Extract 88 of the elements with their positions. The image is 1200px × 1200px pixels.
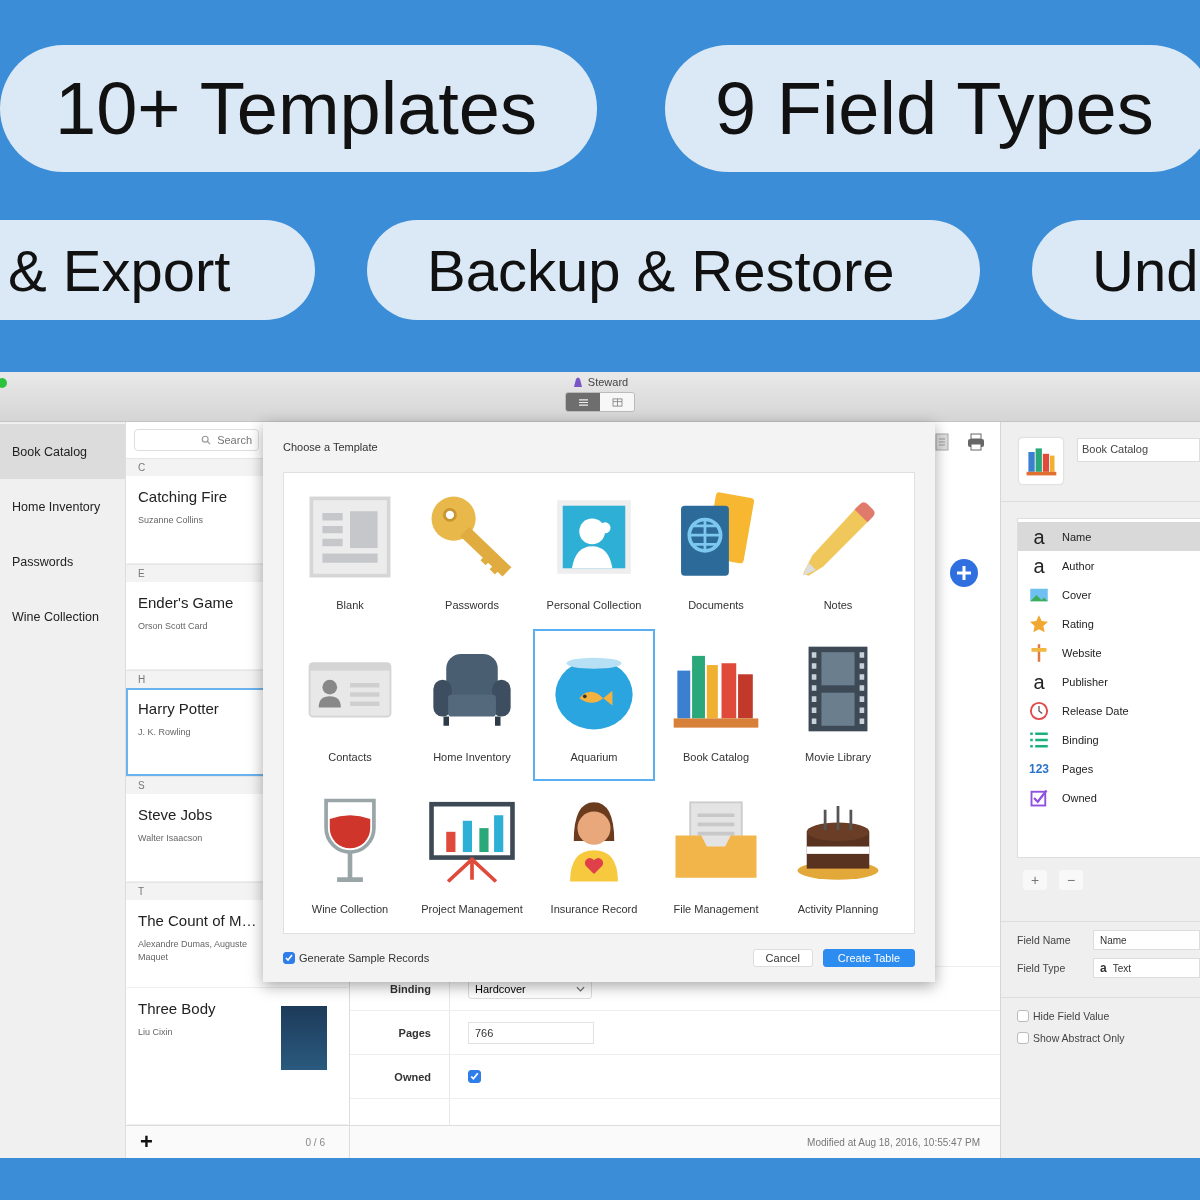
view-mode-button[interactable] (600, 393, 634, 411)
option-checkbox[interactable] (1017, 1010, 1029, 1022)
input-field[interactable]: 766 (468, 1021, 594, 1044)
record-title: The Count of M… (138, 912, 258, 929)
clock-icon (1029, 700, 1049, 721)
add-icon[interactable] (950, 559, 978, 587)
field-type-dropdown[interactable]: a Text (1093, 958, 1200, 978)
template-tile[interactable]: Aquarium (533, 629, 655, 781)
field-list-item[interactable]: a Publisher (1018, 667, 1200, 696)
sidebar-item[interactable]: Home Inventory (0, 479, 125, 534)
signpost-icon (1029, 642, 1049, 663)
field-name-field[interactable]: Name (1093, 930, 1200, 950)
printer-icon[interactable] (966, 432, 986, 452)
checkbox-icon (1029, 787, 1049, 808)
record-title: Catching Fire (138, 488, 229, 505)
owned-checkbox[interactable] (468, 1070, 481, 1083)
field-type-label: Field Type (1017, 962, 1067, 974)
field-list-item[interactable]: Cover (1018, 580, 1200, 609)
add-field-button[interactable]: + (1023, 870, 1047, 890)
record-title: Three Body (138, 1000, 217, 1017)
record-row[interactable]: Three Body Liu Cixin (126, 988, 349, 1125)
text-icon: a (1028, 671, 1050, 692)
record-author: J. K. Rowling (138, 726, 192, 739)
field-name-label: Field Name (1017, 934, 1072, 946)
sidebar-item[interactable]: Book Catalog (0, 424, 125, 479)
field-list-item[interactable]: 123 Pages (1018, 754, 1200, 783)
sidebar-item[interactable]: Wine Collection (0, 589, 125, 644)
star-icon (1029, 613, 1049, 634)
table-icon-well[interactable] (1019, 438, 1063, 484)
cancel-button[interactable]: Cancel (752, 949, 813, 967)
template-tile[interactable]: Project Management (411, 781, 533, 933)
record-title: Harry Potter (138, 700, 220, 717)
option-checkbox[interactable] (1017, 1032, 1029, 1044)
sidebar-item[interactable]: Passwords (0, 534, 125, 589)
field-label: Binding (390, 982, 431, 995)
table-view-icon (611, 397, 623, 407)
window-title: Steward (587, 376, 629, 388)
record-author: Suzanne Collins (138, 514, 205, 527)
template-tile[interactable]: Movie Library (777, 629, 899, 781)
modified-status: Modified at Aug 18, 2016, 10:55:47 PM (807, 1136, 980, 1148)
search-icon (201, 435, 211, 445)
record-title: Ender's Game (138, 594, 235, 611)
document-icon[interactable] (932, 432, 952, 452)
record-count: 0 / 6 (305, 1136, 325, 1148)
field-list-item[interactable]: Rating (1018, 609, 1200, 638)
template-tile[interactable]: Passwords (411, 477, 533, 629)
field-list-item[interactable]: Owned (1018, 783, 1200, 812)
add-record-button[interactable]: + (140, 1129, 153, 1155)
feature-pill: Und (1032, 220, 1200, 320)
record-author: Walter Isaacson (138, 832, 204, 845)
feature-pill: 10+ Templates (0, 45, 597, 172)
record-title: Steve Jobs (138, 806, 214, 823)
field-list-item[interactable]: a Author (1018, 551, 1200, 580)
template-tile[interactable]: Personal Collection (533, 477, 655, 629)
template-tile[interactable]: Notes (777, 477, 899, 629)
record-author: Liu Cixin (138, 1026, 174, 1039)
text-icon: a (1028, 526, 1050, 547)
list-view-icon (577, 397, 589, 407)
template-tile[interactable]: File Management (655, 781, 777, 933)
view-mode-control[interactable] (565, 392, 635, 412)
option-label: Show Abstract Only (1033, 1032, 1125, 1044)
field-label: Owned (394, 1070, 431, 1083)
record-author: Alexandre Dumas, Auguste Maquet (138, 938, 249, 964)
text-icon: a (1028, 555, 1050, 576)
feature-pill: Backup & Restore (367, 220, 980, 320)
chevron-icon (576, 985, 585, 992)
feature-pill: & Export (0, 220, 315, 320)
template-tile[interactable]: Insurance Record (533, 781, 655, 933)
template-tile[interactable]: Home Inventory (411, 629, 533, 781)
number-icon: 123 (1028, 762, 1050, 775)
template-tile[interactable]: Documents (655, 477, 777, 629)
template-tile[interactable]: Activity Planning (777, 781, 899, 933)
search-field[interactable]: Search (134, 429, 259, 451)
app-icon (571, 376, 584, 388)
template-tile[interactable]: Book Catalog (655, 629, 777, 781)
feature-pill: 9 Field Types (665, 45, 1200, 172)
field-list-item[interactable]: Binding (1018, 725, 1200, 754)
field-list-item[interactable]: a Name (1018, 522, 1200, 551)
table-name-field[interactable]: Book Catalog (1077, 438, 1200, 462)
sample-records-checkbox[interactable] (283, 952, 295, 964)
field-label: Pages (398, 1026, 431, 1039)
dialog-title: Choose a Template (283, 441, 378, 453)
remove-field-button[interactable]: − (1059, 870, 1083, 890)
field-list-item[interactable]: Release Date (1018, 696, 1200, 725)
option-label: Hide Field Value (1033, 1010, 1110, 1022)
record-author: Orson Scott Card (138, 620, 209, 633)
field-list-item[interactable]: Website (1018, 638, 1200, 667)
view-mode-button[interactable] (566, 393, 600, 411)
